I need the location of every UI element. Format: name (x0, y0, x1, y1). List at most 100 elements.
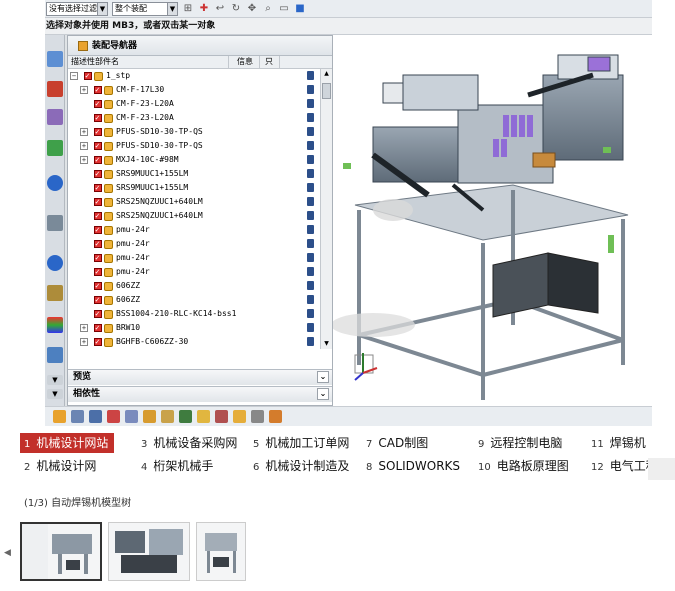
tree-row[interactable]: + PFUS-SD10-30-TP-QS (68, 125, 318, 139)
collapse-icon[interactable]: − (70, 72, 78, 80)
tree-row[interactable]: CM-F-23-L20A (68, 111, 318, 125)
view-box-icon[interactable]: ▭ (278, 3, 290, 15)
measure-icon[interactable] (251, 410, 264, 423)
scroll-thumb[interactable] (322, 83, 331, 99)
checkbox-checked-icon[interactable] (94, 181, 102, 195)
expand-icon[interactable]: + (80, 324, 88, 332)
keyword-link[interactable]: 10 电路板原理图 (478, 456, 569, 476)
graphics-window[interactable] (331, 35, 652, 406)
tree-row[interactable]: + CM-F-17L30 (68, 83, 318, 97)
checkbox-checked-icon[interactable] (94, 125, 102, 139)
checkbox-checked-icon[interactable] (94, 167, 102, 181)
checkbox-checked-icon[interactable] (84, 69, 92, 83)
mate-icon[interactable] (107, 410, 120, 423)
move-component-icon[interactable] (125, 410, 138, 423)
column-info[interactable]: 信息 (229, 56, 260, 68)
checkbox-checked-icon[interactable] (94, 195, 102, 209)
checkbox-checked-icon[interactable] (94, 83, 102, 97)
keyword-link[interactable]: 9 远程控制电脑 (478, 433, 562, 453)
expand-icon[interactable]: + (80, 86, 88, 94)
history-icon[interactable] (47, 255, 63, 271)
thumbnail-2[interactable] (108, 522, 190, 581)
tree-row[interactable]: SRS9MUUC1+155LM (68, 167, 318, 181)
select-icon[interactable]: ⊞ (182, 3, 194, 15)
weld-icon[interactable] (269, 410, 282, 423)
checkbox-checked-icon[interactable] (94, 209, 102, 223)
scroll-up-icon[interactable]: ▲ (321, 69, 332, 79)
tree-row[interactable]: CM-F-23-L20A (68, 97, 318, 111)
sequence-icon[interactable] (197, 410, 210, 423)
tree-row[interactable]: SRS25NQZUUC1+640LM (68, 209, 318, 223)
keyword-link[interactable]: 2 机械设计网 (24, 456, 96, 476)
keyword-link[interactable]: 4 桁架机械手 (141, 456, 213, 476)
tree-row[interactable]: SRS25NQZUUC1+640LM (68, 195, 318, 209)
constraint-navigator-icon[interactable] (47, 81, 63, 97)
expand-icon[interactable]: + (80, 142, 88, 150)
column-readonly[interactable]: 只 (260, 56, 280, 68)
scroll-down-icon[interactable]: ▼ (47, 389, 63, 399)
roles-icon[interactable] (47, 347, 63, 363)
keyword-link[interactable]: 11 焊锡机 (591, 433, 646, 453)
part-navigator-icon[interactable] (47, 109, 63, 125)
tree-row[interactable]: 606ZZ (68, 293, 318, 307)
tree-row[interactable]: 606ZZ (68, 279, 318, 293)
keyword-link[interactable]: 3 机械设备采购网 (141, 433, 237, 453)
new-component-icon[interactable] (71, 410, 84, 423)
wave-link-icon[interactable] (215, 410, 228, 423)
selection-filter-combo[interactable]: 没有选择过滤器 ▼ (46, 1, 108, 16)
new-parent-icon[interactable] (89, 410, 102, 423)
checkbox-checked-icon[interactable] (94, 335, 102, 349)
tree-row[interactable]: pmu-24r (68, 237, 318, 251)
checkbox-checked-icon[interactable] (94, 223, 102, 237)
tree-row[interactable]: pmu-24r (68, 251, 318, 265)
keyword-link[interactable]: 8 SOLIDWORKS (366, 456, 460, 476)
assembly-navigator-icon[interactable] (47, 51, 63, 67)
navigator-scrollbar[interactable]: ▲ ▼ (320, 69, 332, 349)
checkbox-checked-icon[interactable] (94, 293, 102, 307)
scroll-down-icon[interactable]: ▼ (47, 375, 63, 385)
checkbox-checked-icon[interactable] (94, 237, 102, 251)
pan-icon[interactable]: ✥ (246, 3, 258, 15)
rotate-icon[interactable]: ↻ (230, 3, 242, 15)
checkbox-checked-icon[interactable] (94, 265, 102, 279)
zoom-icon[interactable]: ⌕ (262, 3, 274, 15)
tree-row-root[interactable]: − 1_stp (68, 69, 318, 83)
pattern-icon[interactable] (161, 410, 174, 423)
checkbox-checked-icon[interactable] (94, 139, 102, 153)
checkbox-checked-icon[interactable] (94, 111, 102, 125)
dependency-panel-header[interactable]: 相依性 ⌄ (68, 386, 332, 402)
keyword-link[interactable]: 7 CAD制图 (366, 433, 428, 453)
expand-icon[interactable]: + (80, 338, 88, 346)
expand-icon[interactable]: + (80, 128, 88, 136)
check-clearance-icon[interactable] (233, 410, 246, 423)
checkbox-checked-icon[interactable] (94, 321, 102, 335)
keyword-link[interactable]: 5 机械加工订单网 (253, 433, 349, 453)
thumbnail-1[interactable] (20, 522, 102, 581)
preview-panel-header[interactable]: 预览 ⌄ (68, 369, 332, 385)
tree-row[interactable]: + BRW10 (68, 321, 318, 335)
checkbox-checked-icon[interactable] (94, 307, 102, 321)
undo-icon[interactable]: ↩ (214, 3, 226, 15)
tree-row[interactable]: BSS1004-210-RLC-KC14-bss1 (68, 307, 318, 321)
checkbox-checked-icon[interactable] (94, 97, 102, 111)
web-browser-icon[interactable] (47, 215, 63, 231)
tree-row[interactable]: + BGHFB-C606ZZ-30 (68, 335, 318, 349)
keyword-link[interactable]: 6 机械设计制造及 (253, 456, 349, 476)
checkbox-checked-icon[interactable] (94, 279, 102, 293)
checkbox-checked-icon[interactable] (94, 251, 102, 265)
palette-icon[interactable] (47, 317, 63, 333)
tree-row[interactable]: pmu-24r (68, 223, 318, 237)
snap-point-icon[interactable]: ✚ (198, 3, 210, 15)
scroll-down-icon[interactable]: ▼ (321, 339, 332, 349)
chevron-left-icon[interactable]: ◀ (4, 548, 11, 558)
tree-row[interactable]: pmu-24r (68, 265, 318, 279)
exploded-view-icon[interactable] (179, 410, 192, 423)
assembly-scope-combo[interactable]: 整个装配 ▼ (112, 1, 178, 16)
add-component-icon[interactable] (53, 410, 66, 423)
system-materials-icon[interactable] (47, 285, 63, 301)
shaded-cube-icon[interactable]: ■ (294, 3, 306, 15)
mirror-assembly-icon[interactable] (143, 410, 156, 423)
tree-row[interactable]: + MXJ4-10C-#98M (68, 153, 318, 167)
tree-row[interactable]: SRS9MUUC1+155LM (68, 181, 318, 195)
checkbox-checked-icon[interactable] (94, 153, 102, 167)
